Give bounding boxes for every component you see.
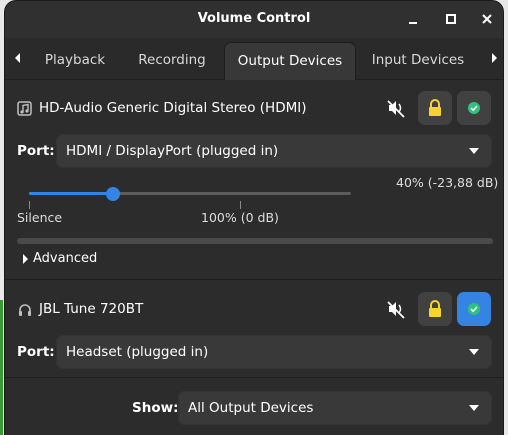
show-filter-combobox[interactable]: All Output Devices [178,391,492,425]
tab-bar: Playback Recording Output Devices Input … [5,38,503,80]
background-window-edge-green [0,300,3,435]
chevron-down-icon [469,405,479,411]
lock-channels-button[interactable] [418,91,452,125]
port-value: HDMI / DisplayPort (plugged in) [66,143,279,159]
chevron-right-icon [492,53,497,63]
device-name: JBL Tune 720BT [39,301,144,317]
maximize-button[interactable] [441,9,461,29]
mute-toggle-button[interactable] [379,292,413,326]
chevron-down-icon [469,148,479,154]
minimize-icon [409,22,417,24]
peak-level-meter [17,238,493,244]
headphones-icon [19,304,31,316]
check-circle-icon [468,102,480,114]
set-default-button[interactable] [457,292,491,326]
expander-arrow-icon [23,254,28,264]
check-circle-icon [468,303,480,315]
window-title: Volume Control [197,11,311,26]
volume-readout: 40% (-23,88 dB) [396,175,499,190]
port-label: Port: [17,143,55,159]
chevron-left-icon [15,53,20,63]
advanced-expander[interactable]: Advanced [19,251,139,269]
minimize-button[interactable] [403,9,423,29]
lock-icon [429,300,441,317]
device-name: HD-Audio Generic Digital Stereo (HDMI) [39,100,307,116]
lock-icon [429,99,441,116]
port-value: Headset (plugged in) [66,344,209,360]
tick-hundred [240,201,241,209]
tab-playback[interactable]: Playback [29,42,121,79]
port-combobox[interactable]: HDMI / DisplayPort (plugged in) [56,134,492,168]
device-separator [5,279,503,280]
show-label: Show: [132,400,179,416]
tab-recording[interactable]: Recording [125,42,219,79]
chevron-down-icon [469,349,479,355]
close-button[interactable] [477,9,497,29]
port-combobox[interactable]: Headset (plugged in) [56,335,492,369]
port-label: Port: [17,344,55,360]
music-note-icon [17,101,32,116]
scroll-tabs-left-button[interactable] [10,50,26,66]
speaker-muted-icon [387,301,405,319]
tab-output-devices[interactable]: Output Devices [224,42,356,80]
hundred-percent-mark-label: 100% (0 dB) [201,210,279,225]
tab-input-devices[interactable]: Input Devices [360,42,476,79]
set-default-button[interactable] [457,91,491,125]
volume-slider[interactable] [25,183,355,205]
advanced-label: Advanced [33,251,98,266]
speaker-muted-icon [387,100,405,118]
scroll-tabs-right-button[interactable] [486,50,502,66]
lock-channels-button[interactable] [418,292,452,326]
footer-separator [5,377,503,378]
mute-toggle-button[interactable] [379,91,413,125]
silence-mark-label: Silence [17,210,63,225]
tick-silence [29,201,30,209]
slider-handle[interactable] [106,187,120,201]
volume-control-window: Volume Control Playback Recording Output… [5,1,503,435]
slider-fill [29,192,113,195]
maximize-icon [446,14,456,24]
show-filter-value: All Output Devices [188,400,314,416]
close-icon [482,14,492,24]
title-bar[interactable]: Volume Control [5,1,503,38]
